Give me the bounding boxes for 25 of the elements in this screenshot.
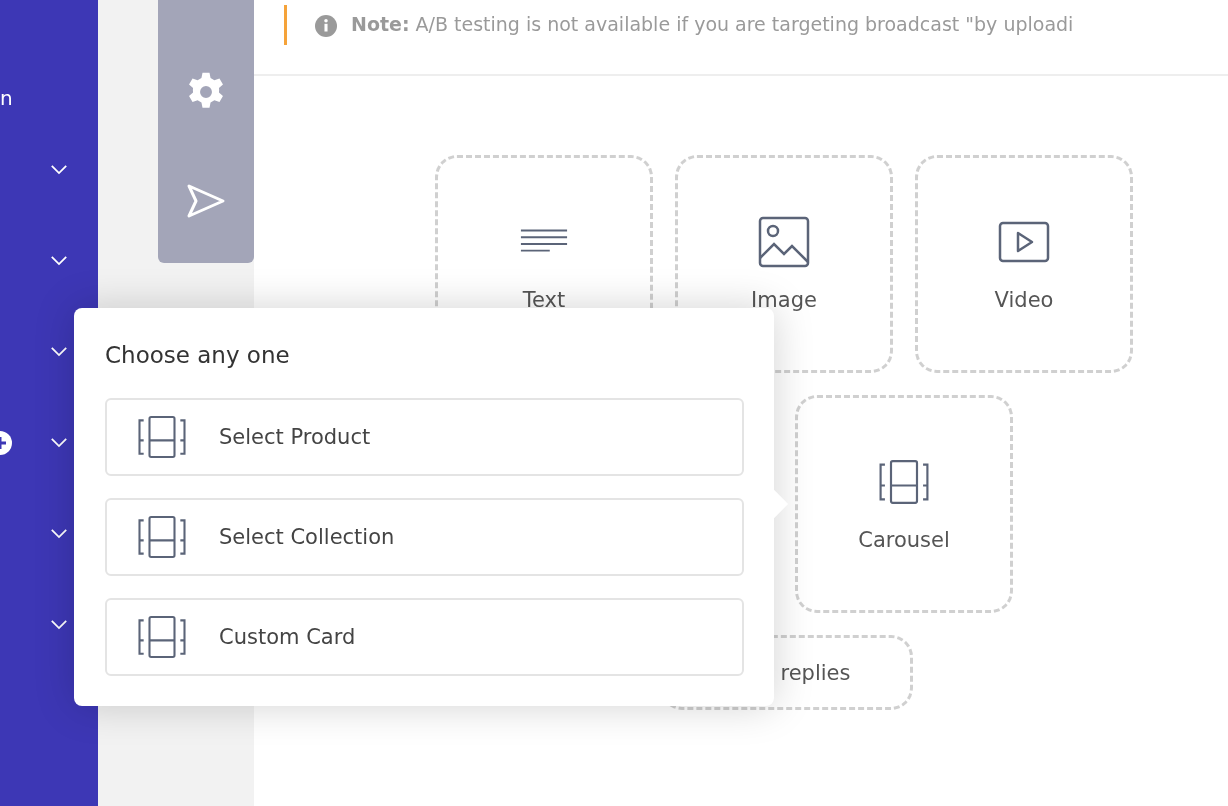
popup-option[interactable]: Select Collection	[105, 498, 744, 576]
card-label: Video	[994, 288, 1054, 312]
sidebar-label: n	[0, 85, 14, 112]
message-type-card[interactable]: Video	[915, 155, 1133, 373]
popup-title: Choose any one	[105, 342, 291, 368]
chevron-icon[interactable]	[50, 437, 68, 448]
chevron-icon[interactable]	[50, 255, 68, 266]
carousel-icon	[137, 415, 187, 459]
chevron-icon[interactable]	[50, 346, 68, 357]
carousel-icon	[137, 615, 187, 659]
card-label: Text	[522, 288, 566, 312]
chevron-icon[interactable]	[50, 164, 68, 175]
chevron-icon[interactable]	[50, 528, 68, 539]
card-label: Carousel	[858, 528, 950, 552]
card-label: Image	[751, 288, 817, 312]
popup-option[interactable]: Custom Card	[105, 598, 744, 676]
popup-option[interactable]: Select Product	[105, 398, 744, 476]
carousel-icon	[137, 515, 187, 559]
image-icon	[758, 216, 810, 268]
info-icon	[315, 15, 337, 37]
video-play-icon	[998, 221, 1050, 263]
card-label: replies	[780, 660, 851, 685]
note-text: Note: A/B testing is not available if you are targeting broadcast "by uploadi	[351, 13, 1074, 35]
chevron-icon[interactable]	[50, 619, 68, 630]
message-type-card[interactable]: Carousel	[795, 395, 1013, 613]
